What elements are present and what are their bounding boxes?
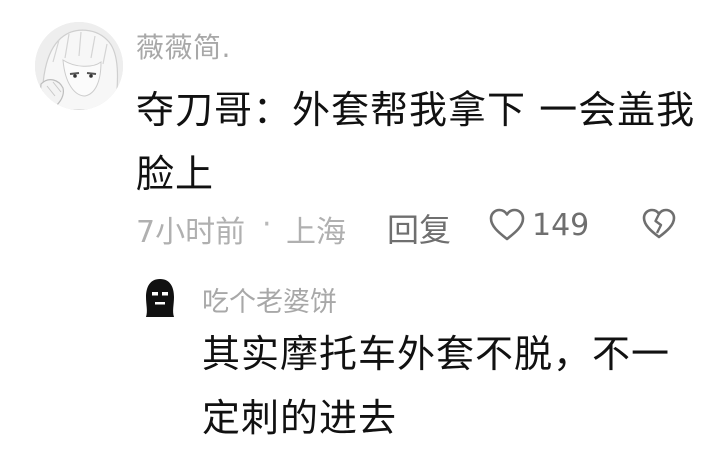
avatar-image [35, 22, 123, 110]
comment-thread: 薇薇简. 夺刀哥：外套帮我拿下 一会盖我脸上 7小时前 · 上海 回复 149 [0, 0, 720, 455]
comment-text: 夺刀哥：外套帮我拿下 一会盖我脸上 [136, 88, 696, 196]
comment-meta: 7小时前 · 上海 回复 149 [136, 203, 696, 250]
reply-username[interactable]: 吃个老婆饼 [202, 280, 337, 319]
reply-button[interactable]: 回复 [387, 205, 451, 251]
avatar-image [136, 273, 184, 321]
dislike-button[interactable] [641, 207, 677, 241]
like-count: 149 [532, 207, 590, 243]
like-button[interactable]: 149 [488, 205, 589, 245]
timestamp: 7小时前 [136, 215, 246, 250]
broken-heart-icon [642, 208, 676, 239]
username[interactable]: 薇薇简. [136, 26, 231, 66]
meta-separator: · [262, 207, 272, 242]
reply-text: 其实摩托车外套不脱，不一定刺的进去 [202, 332, 671, 440]
avatar[interactable] [35, 22, 123, 110]
heart-icon [489, 208, 525, 241]
reply-avatar[interactable] [136, 273, 184, 321]
location-label: 上海 [286, 215, 346, 250]
